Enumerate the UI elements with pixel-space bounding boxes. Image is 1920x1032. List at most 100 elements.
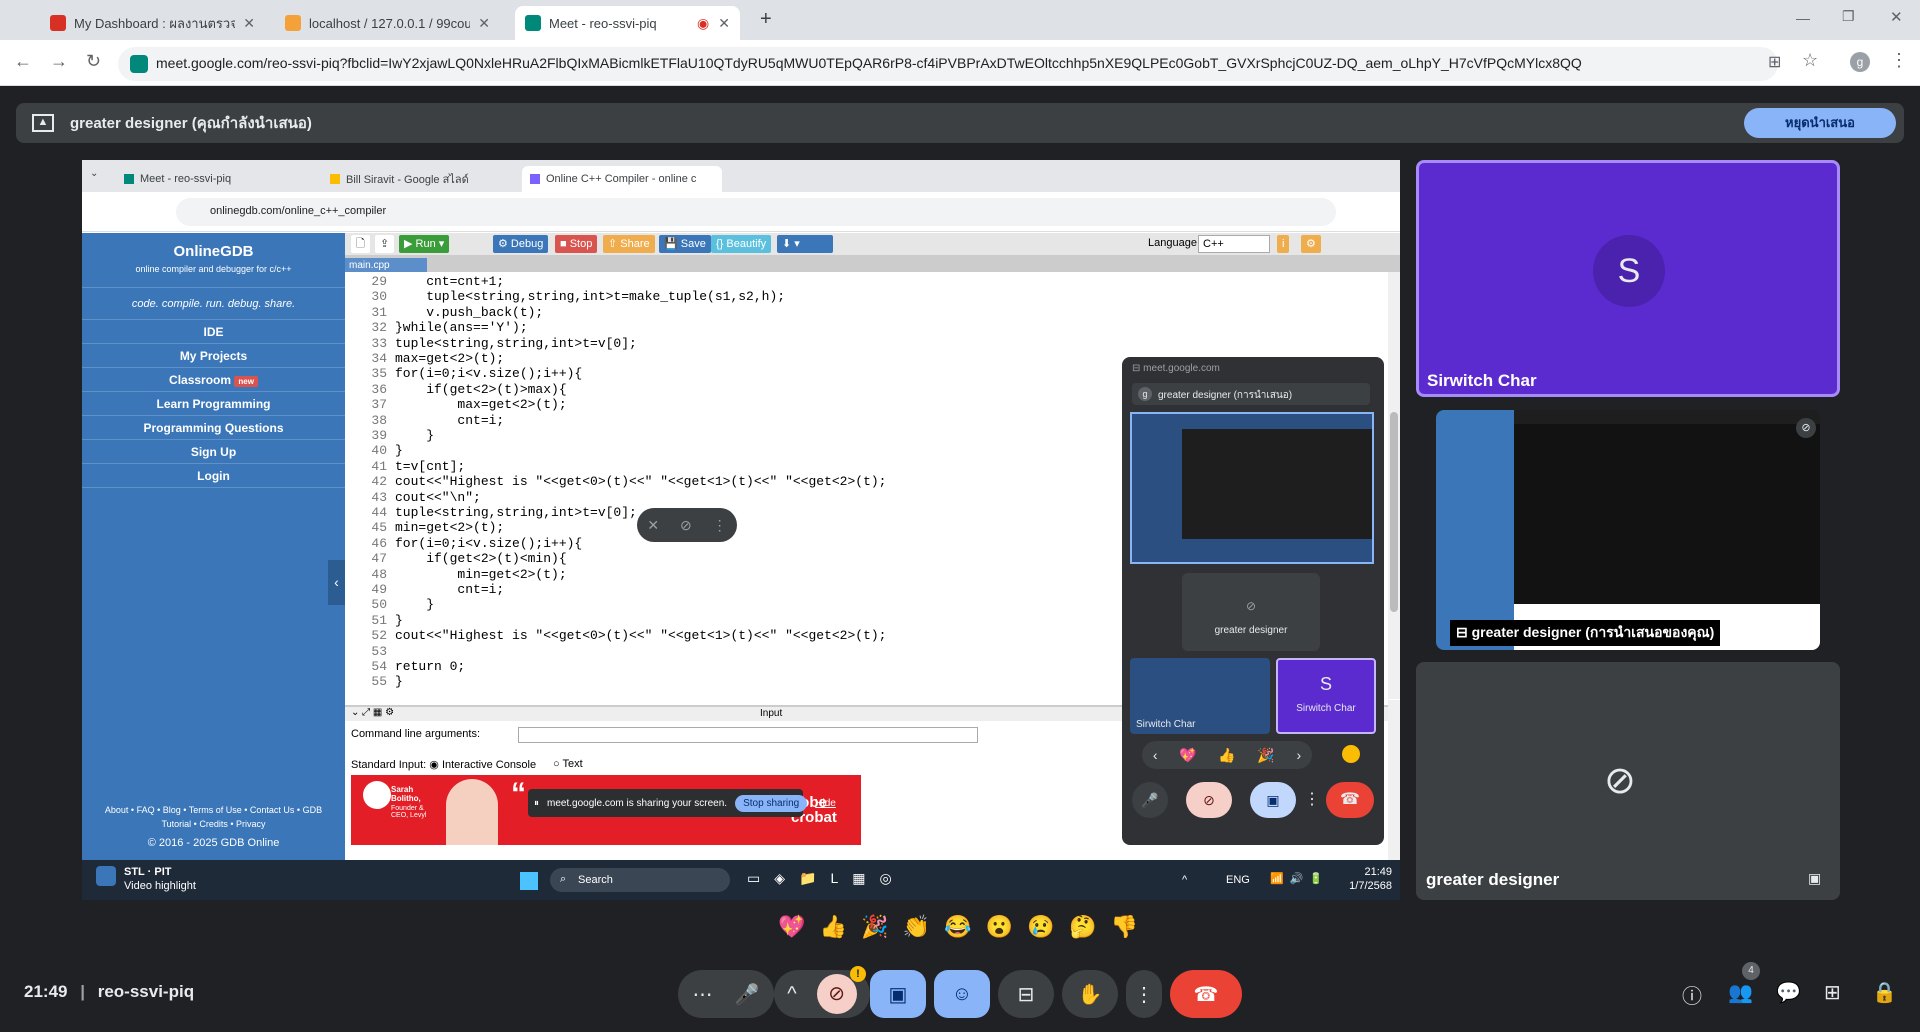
captions-button[interactable]: ⊟ [998, 970, 1054, 1018]
emoji-button[interactable]: ☺ [934, 970, 990, 1018]
browser-tab-dashboard[interactable]: My Dashboard : ผลงานตรวจสอบเอ็น ✕ [40, 6, 265, 40]
close-icon[interactable]: ✕ [718, 15, 730, 32]
mic-control[interactable]: ⋯ 🎤 [678, 970, 774, 1018]
reaction-sad[interactable]: 😢 [1027, 914, 1054, 950]
gdb-copyright: © 2016 - 2025 GDB Online [147, 837, 280, 849]
meet-pip-panel: ⊟ meet.google.com g greater designer (กา… [1122, 357, 1384, 845]
code-line: cnt=i; [395, 412, 505, 428]
reaction-thinking[interactable]: 🤔 [1069, 914, 1096, 950]
pip-tile: ⊘ greater designer [1182, 573, 1320, 651]
reaction-party[interactable]: 🎉 [861, 914, 888, 950]
leave-call-button[interactable]: ☎ [1170, 970, 1242, 1018]
code-line: cnt=cnt+1; [395, 274, 505, 289]
host-controls-icon[interactable]: 🔒 [1872, 980, 1897, 1005]
menu-login: Login [82, 464, 345, 488]
presentation-thumb-editor [1514, 424, 1820, 604]
present-screen-icon: ▲ [32, 114, 54, 132]
bookmark-star-icon[interactable]: ☆ [1802, 50, 1818, 71]
code-line: } [395, 443, 403, 459]
reload-icon[interactable]: ↻ [86, 51, 101, 72]
reaction-laugh[interactable]: 😂 [944, 914, 971, 950]
gdb-logo: OnlineGDB [173, 243, 254, 260]
presenter-label: greater designer (คุณกำลังนำเสนอ) [70, 115, 312, 132]
people-icon[interactable]: 👥 [1728, 980, 1753, 1005]
tab-title: localhost / 127.0.0.1 / 99course [309, 15, 471, 31]
taskbar-apps: ▭ ◈ 📁 L ▦ ◎ [747, 870, 892, 887]
activities-icon[interactable]: ⊞ [1824, 980, 1841, 1005]
mic-icon[interactable]: 🎤 [735, 982, 760, 1007]
pip-emoji-icon [1342, 745, 1360, 763]
slides-icon [330, 174, 340, 184]
menu-learn: Learn Programming [82, 392, 345, 416]
line-number: 32 [371, 320, 387, 336]
forward-icon[interactable]: → [50, 51, 68, 72]
tray-icons: 📶🔊🔋 [1270, 873, 1330, 885]
info-icon[interactable]: ⓘ [1682, 980, 1702, 1009]
share-label: Share [620, 238, 650, 250]
participant-name: greater designer [1426, 870, 1560, 889]
browser-tab-meet[interactable]: Meet - reo-ssvi-piq ◉ ✕ [515, 6, 740, 40]
chevron-up-icon[interactable]: ^ [787, 983, 796, 1006]
reaction-heart[interactable]: 💖 [778, 914, 805, 950]
participant-tile-presentation[interactable]: ⊘ ⊟ greater designer (การนำเสนอของคุณ) [1436, 410, 1820, 650]
line-number: 48 [371, 566, 387, 582]
menu-kebab-icon[interactable]: ⋮ [1890, 50, 1908, 71]
camera-site-icon [130, 55, 148, 73]
collapse-panel-icon: ⌄ ⤢ ▦ ⚙ [351, 707, 395, 718]
sharing-message: meet.google.com is sharing your screen. [547, 797, 728, 809]
code-line: } [395, 612, 403, 628]
code-line: t=v[cnt]; [395, 458, 466, 474]
new-tab-button[interactable]: + [760, 8, 772, 31]
language-label: Language [1148, 237, 1197, 249]
interactive-option: Interactive Console [441, 759, 537, 771]
menu-my-projects: My Projects [82, 344, 345, 368]
chat-icon[interactable]: 💬 [1776, 980, 1801, 1005]
participant-avatar: S [1593, 235, 1665, 307]
close-icon[interactable]: ✕ [243, 15, 255, 32]
code-line: return 0; [395, 659, 466, 674]
self-view-icon[interactable]: ▣ [1808, 870, 1821, 887]
participant-name: Sirwitch Char [1427, 371, 1537, 390]
hide-link: Hide [815, 797, 836, 809]
ad-person-role: Founder & CEO, Levyl [391, 805, 427, 819]
present-button[interactable]: ▣ [870, 970, 926, 1018]
menu-signup: Sign Up [82, 440, 345, 464]
taskview-icon: ▭ [747, 870, 761, 886]
info-icon: i [1277, 235, 1290, 253]
sharing-notice: ⏸ meet.google.com is sharing your screen… [528, 789, 836, 817]
url-bar[interactable]: meet.google.com/reo-ssvi-piq?fbclid=IwY2… [118, 47, 1778, 81]
code-line: cout<<"\n"; [395, 489, 481, 505]
pip-screen-preview [1130, 412, 1374, 564]
stop-label: Stop [569, 238, 593, 250]
reaction-thumbs-up[interactable]: 👍 [820, 914, 847, 950]
tray-time: 21:49 [1364, 866, 1392, 878]
camera-off-icon[interactable]: ⊘ [816, 974, 857, 1014]
close-window-button[interactable]: ✕ [1890, 8, 1903, 26]
more-button[interactable]: ⋮ [1126, 970, 1162, 1018]
more-options-icon[interactable]: ⋯ [693, 982, 713, 1007]
code-line: tuple<string,string,int>t=v[0]; [395, 505, 637, 520]
shared-tab: Online C++ Compiler - online c [522, 166, 722, 192]
reaction-thumbs-down[interactable]: 👎 [1111, 914, 1138, 950]
reaction-clap[interactable]: 👏 [903, 914, 930, 950]
participant-tile-greater[interactable]: ⊘ greater designer ▣ [1416, 662, 1840, 900]
raise-hand-button[interactable]: ✋ [1062, 970, 1118, 1018]
pip-present-icon: ▣ [1250, 782, 1296, 818]
translate-icon[interactable]: ⊞ [1768, 52, 1781, 72]
participant-tile-sirwitch[interactable]: S Sirwitch Char [1416, 160, 1840, 397]
browser-tab-localhost[interactable]: localhost / 127.0.0.1 / 99course ✕ [275, 6, 500, 40]
restore-button[interactable]: ❐ [1842, 8, 1855, 25]
taskbar-search: ⌕ Search [550, 868, 730, 892]
reaction-surprised[interactable]: 😮 [986, 914, 1013, 950]
line-number: 55 [371, 674, 387, 690]
copilot-icon: ◈ [774, 870, 786, 886]
code-line: min=get<2>(t); [395, 520, 505, 536]
stop-presenting-button[interactable]: หยุดนำเสนอ [1744, 108, 1896, 138]
participant-count-badge: 4 [1742, 962, 1760, 980]
minimize-button[interactable]: — [1796, 10, 1810, 26]
close-icon[interactable]: ✕ [478, 15, 490, 32]
profile-avatar[interactable]: g [1850, 52, 1870, 72]
presentation-tile-label: ⊟ greater designer (การนำเสนอของคุณ) [1450, 620, 1721, 646]
back-icon[interactable]: ← [14, 51, 32, 72]
line-number: 46 [371, 535, 387, 551]
